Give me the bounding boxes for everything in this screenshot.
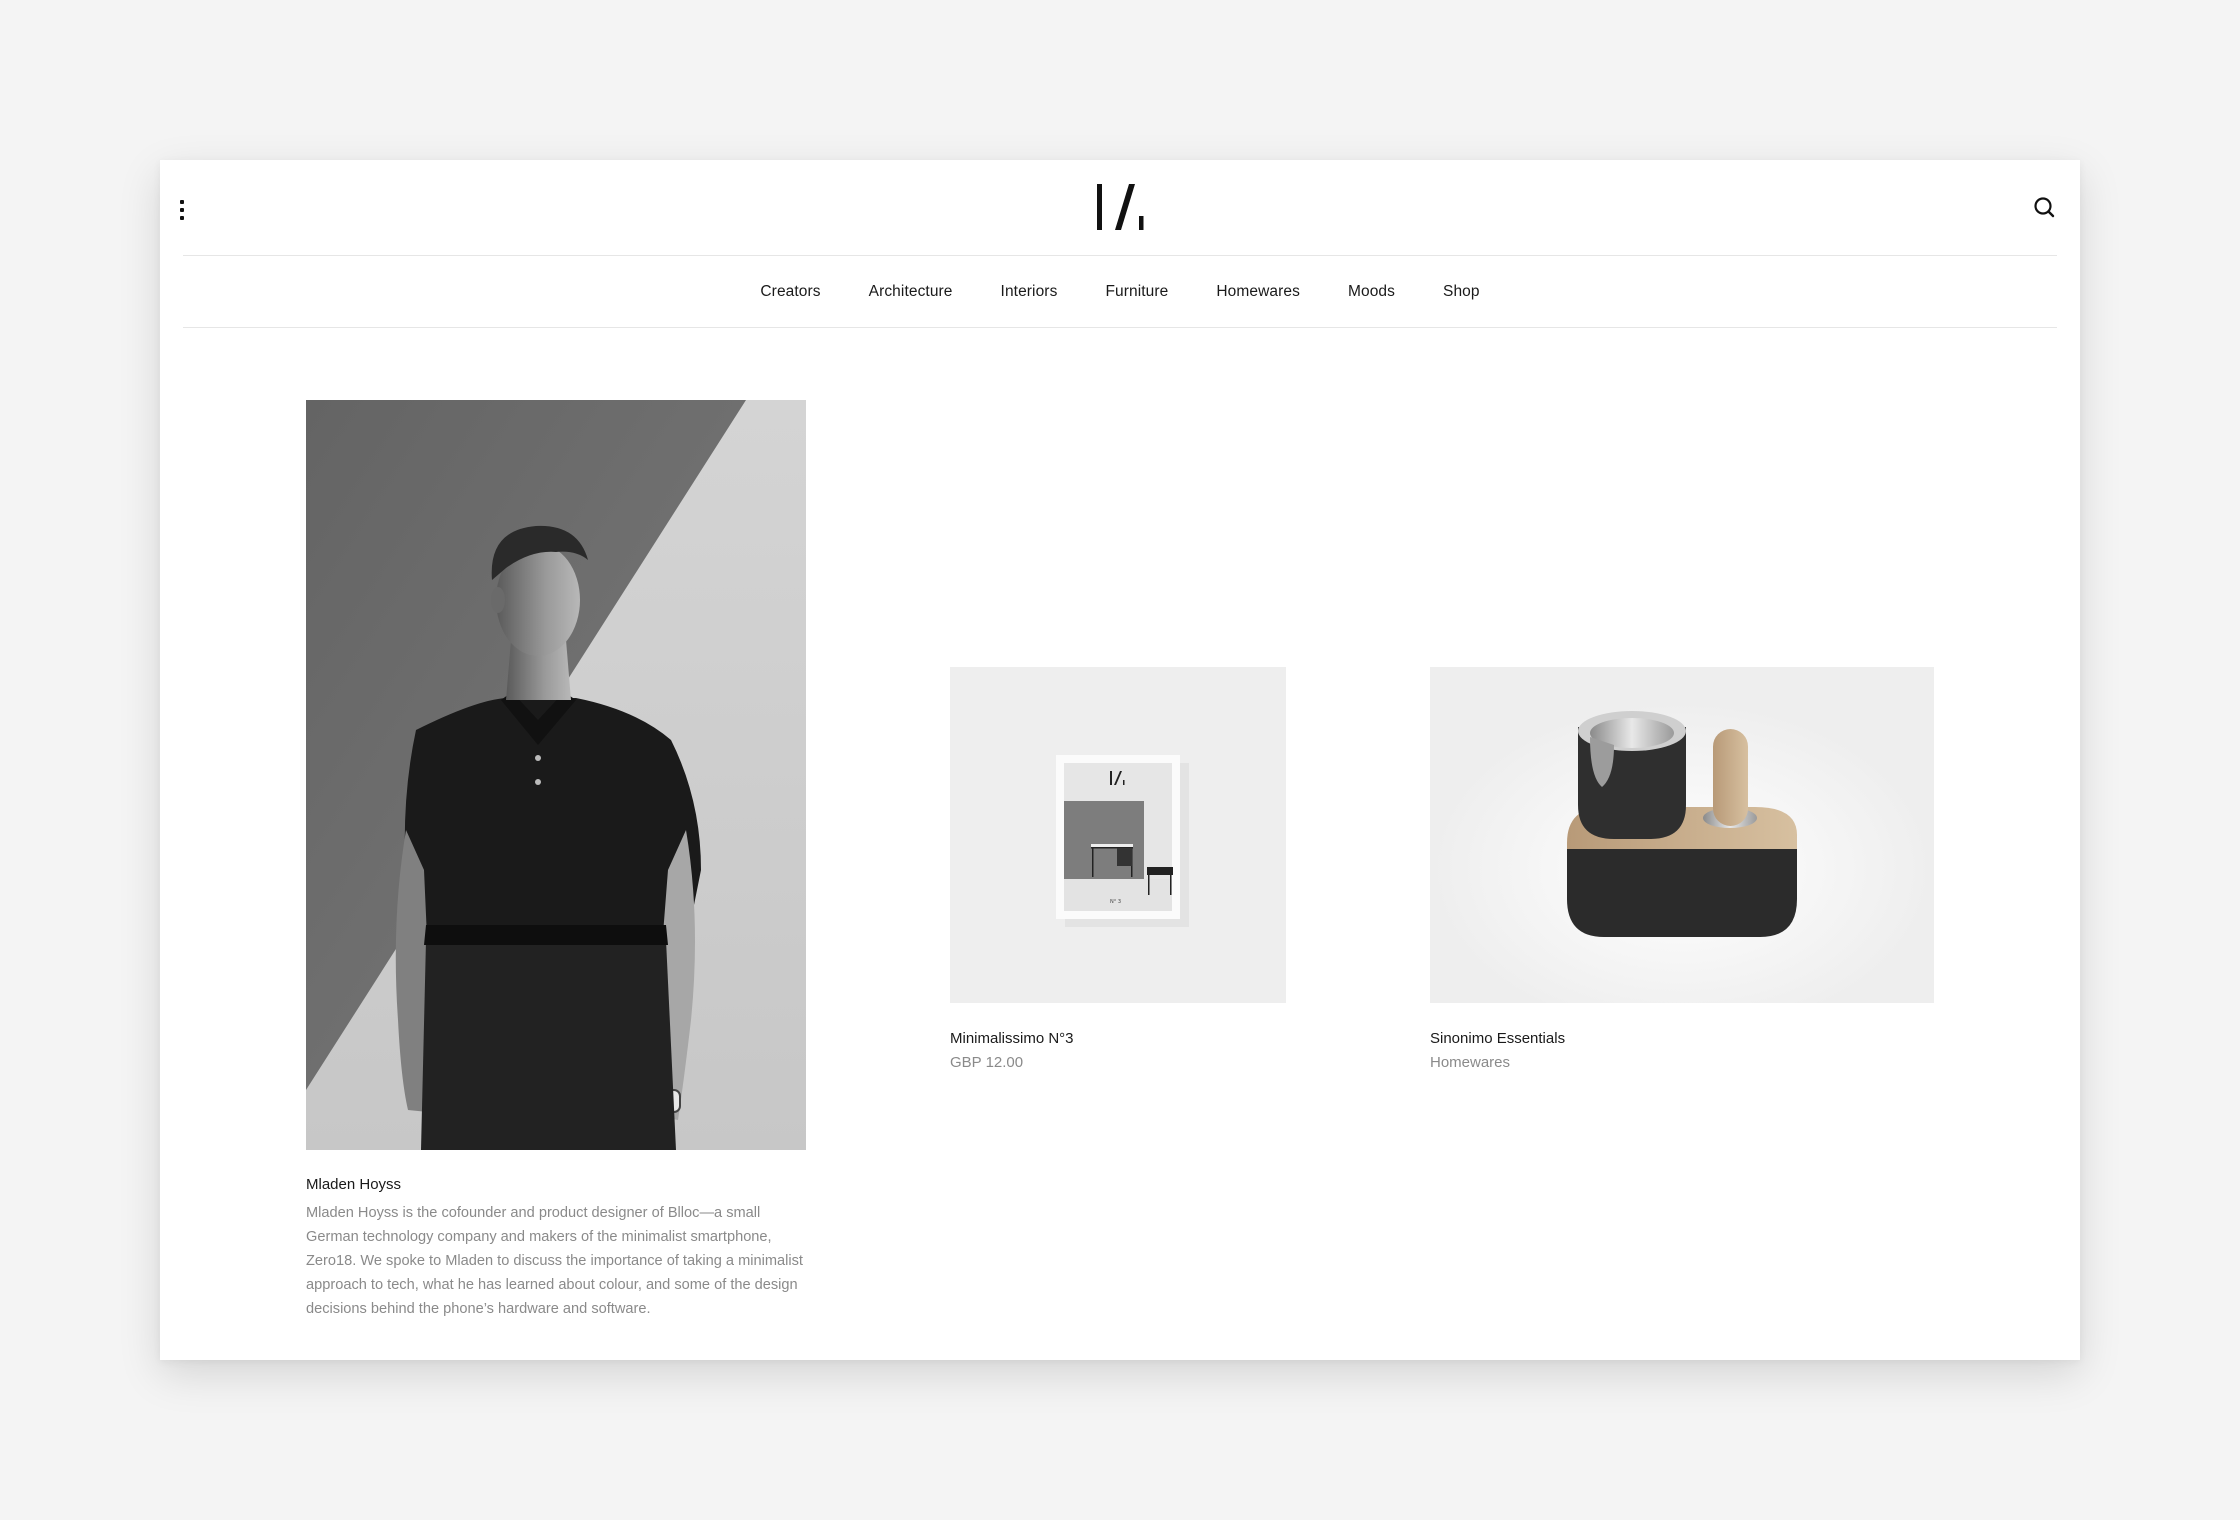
nav-item-interiors[interactable]: Interiors [977,283,1082,301]
feature-title[interactable]: Mladen Hoyss [306,1176,401,1193]
nav-item-creators[interactable]: Creators [736,283,844,301]
menu-dot-icon [180,208,184,212]
menu-dot-icon [180,216,184,220]
nav-item-architecture[interactable]: Architecture [845,283,977,301]
nav-item-moods[interactable]: Moods [1324,283,1419,301]
nav-item-homewares[interactable]: Homewares [1192,283,1324,301]
nav-item-shop[interactable]: Shop [1419,283,1504,301]
product-image-sinonimo[interactable] [1430,667,1934,1003]
menu-button[interactable] [174,194,190,224]
menu-dot-icon [180,200,184,204]
search-icon [2034,197,2055,218]
browser-window: Creators Architecture Interiors Furnitur… [160,160,2080,1360]
logo-icon [1097,184,1144,230]
product-title-magazine[interactable]: Minimalissimo N°3 [950,1030,1074,1047]
magazine-illustration: N° 3 [950,667,1286,1003]
main-navigation: Creators Architecture Interiors Furnitur… [160,256,2080,327]
nav-item-furniture[interactable]: Furniture [1081,283,1192,301]
product-title-sinonimo[interactable]: Sinonimo Essentials [1430,1030,1565,1047]
product-price-magazine: GBP 12.00 [950,1054,1024,1071]
mortar-pestle-illustration [1430,667,1934,1003]
portrait-illustration [306,400,806,1150]
product-category-sinonimo: Homewares [1430,1054,1511,1071]
cover-issue-label: N° 3 [1110,899,1121,905]
nav-divider [183,327,2057,328]
site-logo[interactable] [1095,182,1149,232]
product-image-magazine[interactable]: N° 3 [950,667,1286,1003]
feature-image[interactable] [306,400,806,1150]
search-button[interactable] [2031,194,2059,222]
feature-description: Mladen Hoyss is the cofounder and produc… [306,1205,803,1317]
